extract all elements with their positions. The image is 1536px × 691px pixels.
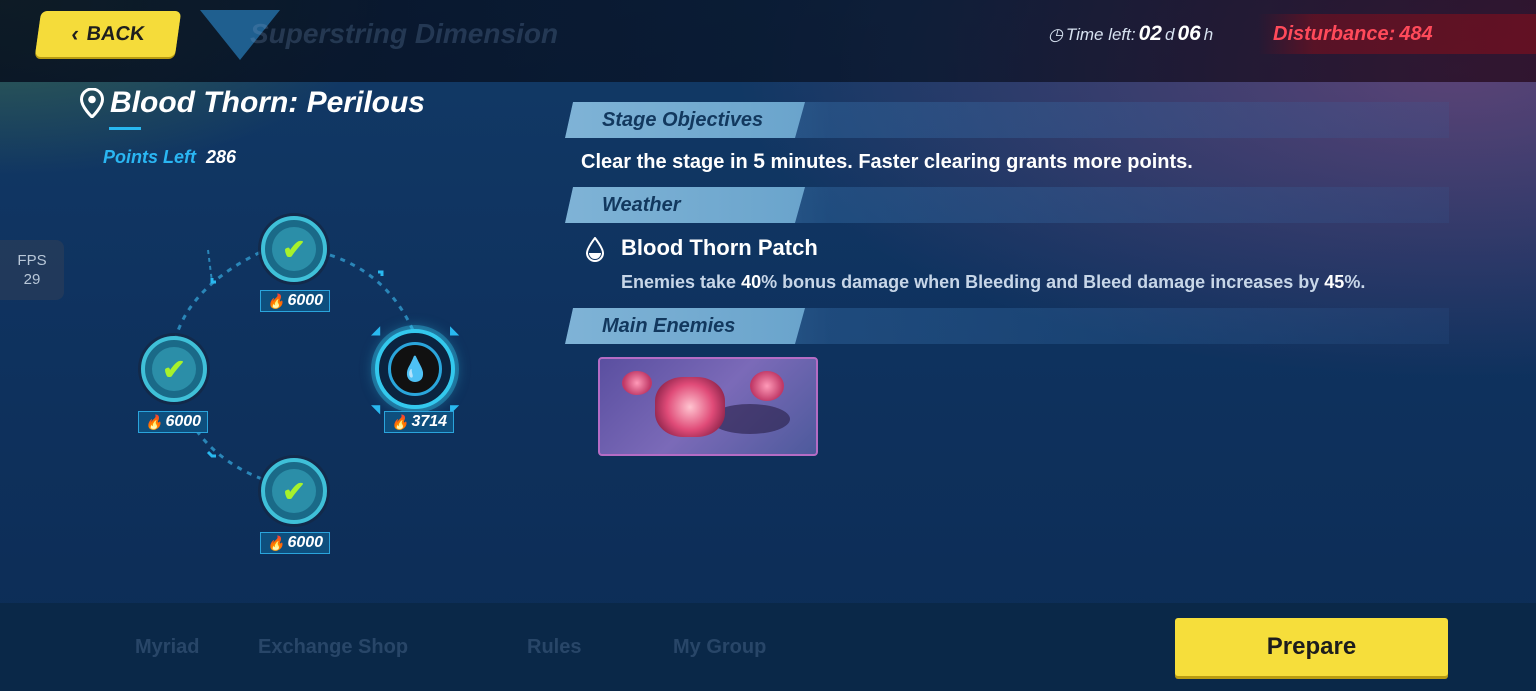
stage-title: Blood Thorn: Perilous: [110, 86, 425, 119]
tab-my-group[interactable]: My Group: [673, 636, 766, 659]
enemy-portrait-part: [750, 371, 784, 401]
weather-description: Enemies take 40% bonus damage when Bleed…: [621, 272, 1365, 293]
disturbance-label: Disturbance:: [1273, 22, 1396, 45]
node-2-score: 🔥 6000: [138, 411, 209, 433]
water-drop-icon: [584, 236, 606, 262]
prepare-button[interactable]: Prepare: [1175, 618, 1448, 676]
time-left: ◷ Time left: 02 d 06 h: [1048, 22, 1213, 46]
stage-node-map: ✔ 🔥 6000 ✔ 🔥 6000 💧 ◢ ◣ ◥ ◤ 🔥 3714 ✔ 🔥 6…: [90, 190, 510, 590]
node-1-score-value: 6000: [287, 292, 324, 309]
check-icon: ✔: [152, 347, 196, 391]
check-icon: ✔: [272, 469, 316, 513]
disturbance-badge: Disturbance: 484: [1258, 14, 1536, 54]
flame-icon: 🔥: [267, 534, 285, 551]
node-2-score-value: 6000: [165, 413, 202, 430]
location-pin-icon: [80, 88, 104, 118]
weather-desc-2: % bonus damage when Bleeding and Bleed d…: [761, 272, 1325, 292]
blood-drop-icon: 💧: [388, 342, 442, 396]
tab-exchange-shop[interactable]: Exchange Shop: [258, 636, 408, 659]
stage-node-1[interactable]: ✔: [261, 216, 327, 282]
tab-rules[interactable]: Rules: [527, 636, 581, 659]
back-label: BACK: [85, 22, 147, 45]
objectives-text-after: minutes. Faster clearing grants more poi…: [764, 151, 1193, 173]
time-hours: 06: [1177, 22, 1201, 45]
corner-marker-icon: ◥: [371, 402, 381, 416]
stage-node-current[interactable]: 💧: [375, 329, 455, 409]
flame-icon: 🔥: [145, 413, 163, 430]
points-left: Points Left 286: [103, 147, 236, 168]
fps-value: 29: [23, 271, 41, 288]
node-current-score: 🔥 3714: [384, 411, 455, 433]
node-4-score: 🔥 6000: [260, 532, 331, 554]
check-icon: ✔: [272, 227, 316, 271]
enemy-portrait-part: [622, 371, 652, 395]
objectives-text: Clear the stage in 5 minutes. Faster cle…: [581, 150, 1193, 174]
disturbance-value: 484: [1399, 22, 1433, 45]
node-current-score-value: 3714: [411, 413, 448, 430]
points-left-label: Points Left: [103, 147, 196, 167]
flame-icon: 🔥: [267, 292, 285, 309]
chevron-left-icon: ‹: [69, 21, 81, 46]
time-days-unit: d: [1164, 25, 1175, 44]
corner-marker-icon: ◣: [450, 323, 460, 337]
node-1-score: 🔥 6000: [260, 290, 331, 312]
flame-icon: 🔥: [391, 413, 409, 430]
weather-desc-1: Enemies take: [621, 272, 742, 292]
objectives-text-before: Clear the stage in: [581, 151, 754, 173]
time-hours-unit: h: [1203, 25, 1214, 44]
objectives-minutes: 5: [753, 150, 765, 173]
stage-node-4[interactable]: ✔: [261, 458, 327, 524]
fps-label: FPS: [17, 251, 47, 269]
enemy-portrait: [655, 377, 725, 437]
fps-counter: FPS 29: [0, 240, 64, 300]
clock-icon: ◷: [1048, 25, 1063, 44]
weather-heading: Weather: [565, 187, 805, 223]
time-left-label: Time left:: [1065, 25, 1136, 44]
weather-header: Weather: [565, 187, 1449, 223]
weather-desc-3: %.: [1344, 272, 1366, 292]
corner-marker-icon: ◢: [371, 323, 381, 337]
points-left-value: 286: [206, 147, 237, 167]
title-underline: [109, 127, 141, 130]
stage-node-2[interactable]: ✔: [141, 336, 207, 402]
node-4-score-value: 6000: [287, 534, 324, 551]
objectives-header: Stage Objectives: [565, 102, 1449, 138]
enemies-heading: Main Enemies: [565, 308, 805, 344]
enemy-card[interactable]: [598, 357, 818, 456]
weather-bleed-pct: 45: [1324, 272, 1345, 292]
time-days: 02: [1138, 22, 1162, 45]
weather-bonus-pct: 40: [741, 272, 762, 292]
back-button[interactable]: ‹ BACK: [34, 11, 182, 57]
objectives-heading: Stage Objectives: [565, 102, 805, 138]
tab-myriad[interactable]: Myriad: [135, 636, 199, 659]
page-title: Blood Thorn: Perilous: [80, 86, 425, 120]
ghost-title: Superstring Dimension: [250, 18, 559, 49]
weather-name: Blood Thorn Patch: [621, 235, 818, 260]
enemies-header: Main Enemies: [565, 308, 1449, 344]
